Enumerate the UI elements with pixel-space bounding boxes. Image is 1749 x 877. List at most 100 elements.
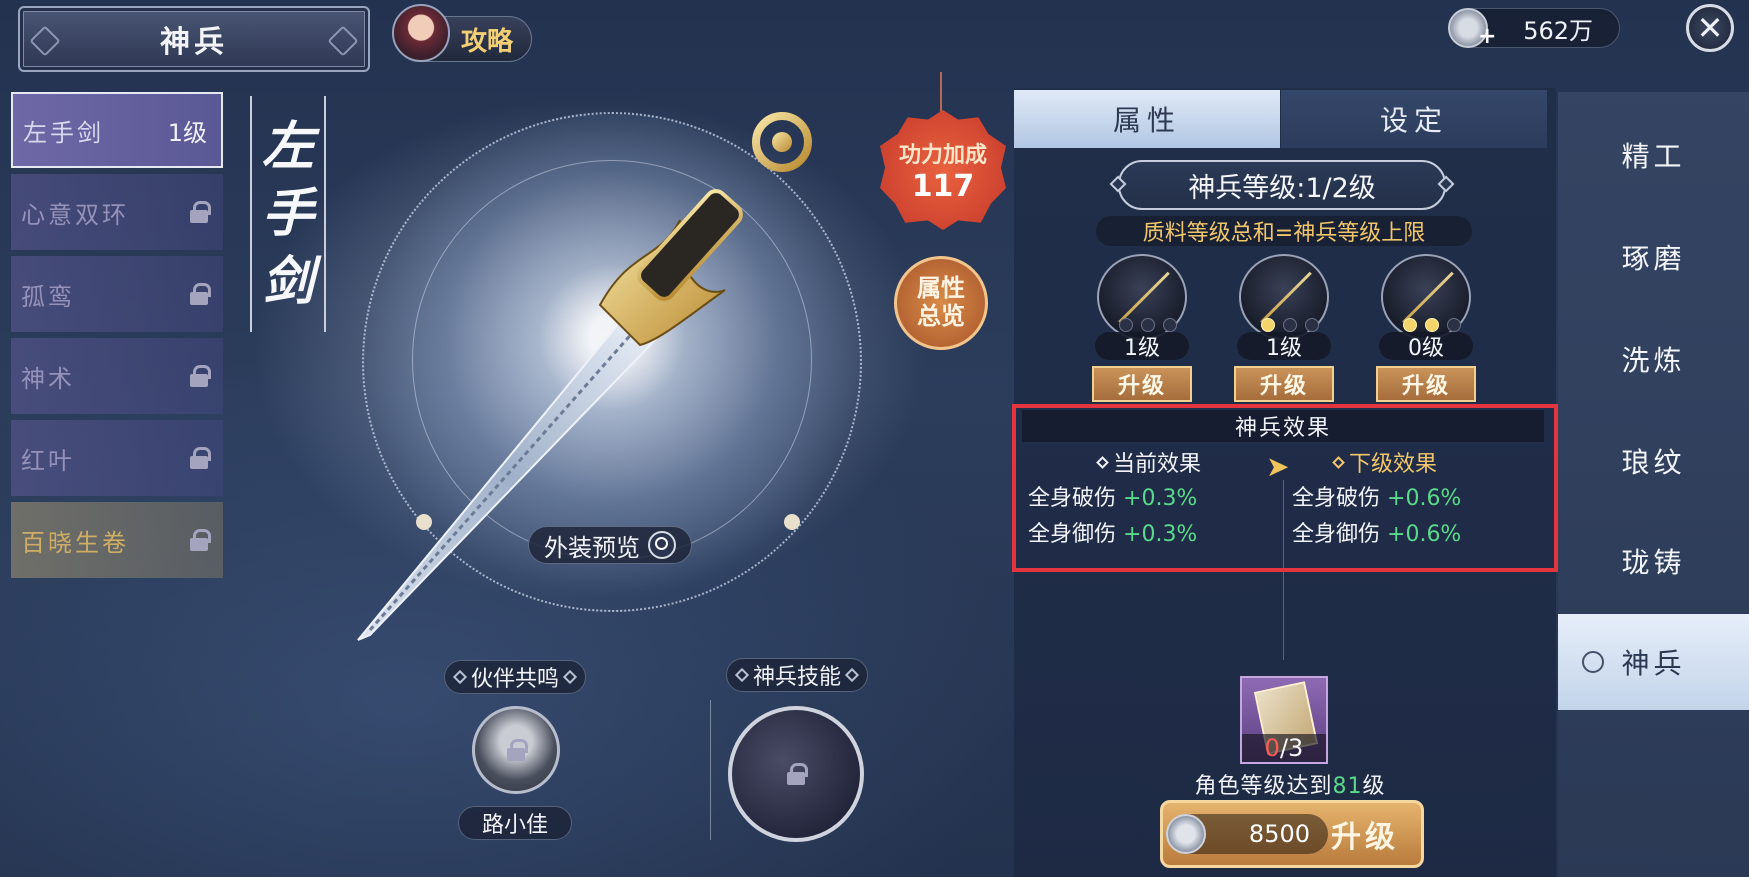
lock-icon bbox=[189, 529, 211, 551]
sidebar-item-level: 1级 bbox=[167, 118, 207, 147]
upgrade-label: 升级 bbox=[1401, 374, 1450, 399]
power-bonus-badge: 功力加成 117 bbox=[880, 110, 1006, 230]
power-bonus-label: 功力加成 bbox=[898, 142, 987, 168]
material-level: 1级 bbox=[1237, 332, 1331, 361]
weapon-vertical-name: 左 手 剑 bbox=[250, 96, 326, 332]
sidebar-item-shenshu[interactable]: 神术 bbox=[11, 338, 223, 414]
star-dot bbox=[1305, 318, 1319, 332]
nav-item-label: 琅纹 bbox=[1621, 446, 1686, 479]
appearance-preview-label: 外装预览 bbox=[544, 533, 640, 562]
weapon-level-plate: 神兵等级:1/2级 bbox=[1109, 160, 1455, 210]
nav-item-longzhu[interactable]: 珑铸 bbox=[1558, 510, 1749, 612]
sidebar-item-hongye[interactable]: 红叶 bbox=[11, 420, 223, 496]
divider bbox=[710, 700, 711, 840]
upgrade-cost-value: 8500 bbox=[1248, 820, 1310, 848]
close-button[interactable]: ✕ bbox=[1686, 4, 1734, 52]
appearance-preview-button[interactable]: 外装预览 bbox=[528, 526, 692, 564]
diamond-icon bbox=[844, 667, 860, 683]
sidebar-item-label: 孤鸾 bbox=[21, 282, 75, 311]
diamond-icon bbox=[734, 667, 750, 683]
material-slot-2[interactable] bbox=[1239, 254, 1329, 340]
power-bonus-value: 117 bbox=[911, 168, 975, 204]
nav-item-jinggong[interactable]: 精工 bbox=[1558, 104, 1749, 206]
owned-count: 0 bbox=[1264, 734, 1280, 762]
ornament-icon bbox=[327, 25, 359, 57]
material-level: 1级 bbox=[1095, 332, 1189, 361]
weapon-name-char: 剑 bbox=[261, 250, 314, 312]
diamond-icon bbox=[562, 669, 578, 685]
weapon-skill-text: 神兵技能 bbox=[752, 665, 841, 690]
attribute-overview-line: 属性 bbox=[917, 274, 965, 303]
needle-icon bbox=[1118, 271, 1170, 324]
material-upgrade-button[interactable]: 升级 bbox=[1376, 366, 1476, 402]
level-rule-text: 质料等级总和=神兵等级上限 bbox=[1096, 216, 1472, 246]
requirement-prefix: 角色等级达到 bbox=[1194, 774, 1333, 799]
lock-icon bbox=[189, 365, 211, 387]
partner-name: 路小佳 bbox=[481, 813, 548, 838]
upgrade-label: 升级 bbox=[1259, 374, 1308, 399]
effects-highlight-frame bbox=[1012, 404, 1558, 572]
material-upgrade-button[interactable]: 升级 bbox=[1234, 366, 1334, 402]
nav-item-shenbing[interactable]: 神兵 bbox=[1558, 614, 1749, 710]
level-requirement-text: 角色等级达到81级 bbox=[1150, 768, 1430, 800]
coin-icon bbox=[1166, 814, 1206, 854]
sidebar-item-label: 左手剑 bbox=[23, 118, 104, 147]
page-title-plate: 神兵 bbox=[18, 6, 370, 72]
sidebar-item-xinyishuanghuan[interactable]: 心意双环 bbox=[11, 174, 223, 250]
tab-label: 属性 bbox=[1112, 104, 1181, 137]
sidebar-item-label: 红叶 bbox=[21, 446, 75, 475]
sidebar-item-label: 心意双环 bbox=[21, 200, 129, 229]
lock-icon bbox=[189, 201, 211, 223]
star-dot bbox=[1163, 318, 1177, 332]
weapon-name-char: 左 bbox=[261, 115, 314, 177]
close-icon: ✕ bbox=[1696, 9, 1724, 47]
needle-icon bbox=[1260, 271, 1312, 324]
sword-icon bbox=[357, 112, 812, 641]
partner-avatar[interactable] bbox=[472, 706, 560, 794]
lock-icon bbox=[506, 739, 528, 761]
weapon-name-char: 手 bbox=[261, 183, 314, 245]
weapon-skill-slot[interactable] bbox=[728, 706, 864, 842]
sidebar-item-zuoshoujian[interactable]: 左手剑 1级 bbox=[11, 92, 223, 168]
lock-icon bbox=[786, 763, 808, 785]
upgrade-label: 升级 bbox=[1117, 374, 1166, 399]
needed-count: /3 bbox=[1279, 734, 1304, 762]
nav-item-label: 琢磨 bbox=[1621, 242, 1686, 275]
nav-item-label: 洗炼 bbox=[1621, 344, 1686, 377]
sidebar-item-baixiaoshengjuan[interactable]: 百晓生卷 bbox=[11, 502, 223, 578]
material-upgrade-button[interactable]: 升级 bbox=[1092, 366, 1192, 402]
page-title: 神兵 bbox=[160, 25, 228, 60]
requirement-suffix: 级 bbox=[1362, 774, 1386, 799]
magnifier-icon bbox=[648, 531, 676, 559]
nav-item-zhuomo[interactable]: 琢磨 bbox=[1558, 206, 1749, 308]
selected-marker-icon bbox=[1582, 651, 1604, 673]
nav-item-label: 精工 bbox=[1621, 140, 1686, 173]
partner-resonance-text: 伙伴共鸣 bbox=[470, 667, 559, 692]
required-item-slot[interactable]: 0/3 bbox=[1240, 676, 1328, 764]
nav-item-label: 珑铸 bbox=[1621, 546, 1686, 579]
material-level: 0级 bbox=[1379, 332, 1473, 361]
material-slot-1[interactable] bbox=[1097, 254, 1187, 340]
nav-item-xilian[interactable]: 洗炼 bbox=[1558, 308, 1749, 410]
lock-icon bbox=[189, 283, 211, 305]
required-item-count: 0/3 bbox=[1242, 734, 1326, 762]
attribute-overview-button[interactable]: 属性 总览 bbox=[894, 256, 988, 350]
guide-label: 攻略 bbox=[460, 26, 513, 57]
diamond-icon bbox=[452, 669, 468, 685]
attribute-overview-line: 总览 bbox=[917, 302, 965, 330]
guide-avatar[interactable] bbox=[392, 4, 450, 62]
material-slot-3[interactable] bbox=[1381, 254, 1471, 340]
sidebar-item-label: 百晓生卷 bbox=[21, 528, 129, 557]
nav-item-label: 神兵 bbox=[1621, 647, 1686, 680]
sidebar-item-guluan[interactable]: 孤鸾 bbox=[11, 256, 223, 332]
tab-attributes[interactable]: 属性 bbox=[1014, 90, 1280, 148]
nav-item-langwen[interactable]: 琅纹 bbox=[1558, 410, 1749, 512]
needle-icon bbox=[1402, 271, 1454, 324]
lock-icon bbox=[189, 447, 211, 469]
add-currency-icon[interactable]: + bbox=[1478, 24, 1496, 49]
requirement-level: 81 bbox=[1332, 774, 1363, 799]
tab-label: 设定 bbox=[1379, 104, 1448, 137]
sidebar-item-label: 神术 bbox=[21, 364, 75, 393]
tab-settings[interactable]: 设定 bbox=[1281, 90, 1547, 148]
ornament-icon bbox=[29, 25, 61, 57]
